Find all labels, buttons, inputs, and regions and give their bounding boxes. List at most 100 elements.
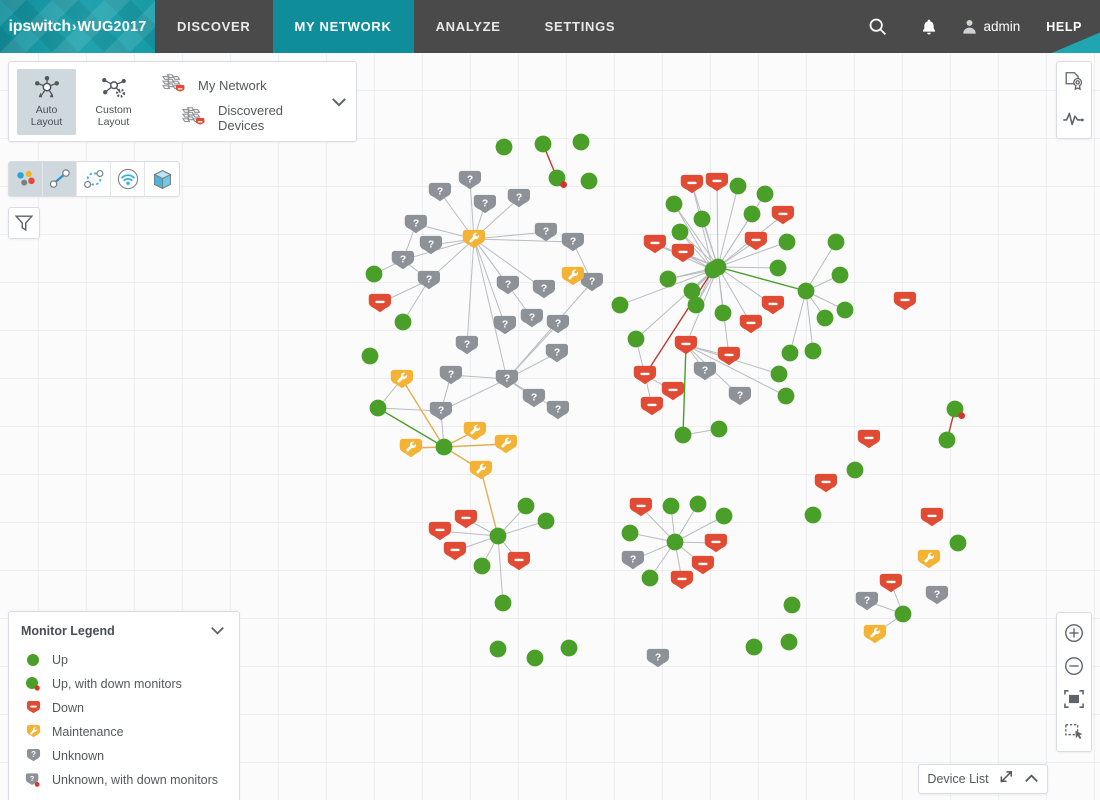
topology-node[interactable]: ? xyxy=(522,388,546,408)
topology-node[interactable] xyxy=(659,270,677,288)
topology-node[interactable] xyxy=(629,497,653,517)
topology-node[interactable]: ? xyxy=(646,648,670,668)
topology-node[interactable] xyxy=(938,431,956,449)
device-view-icon[interactable] xyxy=(9,162,43,196)
topology-node[interactable] xyxy=(814,473,838,493)
topology-node[interactable]: ? xyxy=(580,272,604,292)
user-menu[interactable]: admin xyxy=(955,0,1032,53)
topology-node[interactable] xyxy=(745,638,763,656)
topology-node[interactable] xyxy=(743,205,761,223)
topology-node[interactable] xyxy=(627,330,645,348)
topology-node[interactable] xyxy=(917,549,941,569)
topology-node[interactable] xyxy=(537,512,555,530)
topology-node[interactable] xyxy=(469,460,493,480)
topology-node[interactable] xyxy=(804,506,822,524)
topology-node[interactable] xyxy=(714,304,732,322)
topology-node[interactable] xyxy=(580,172,598,190)
topology-node[interactable] xyxy=(756,185,774,203)
topology-node[interactable] xyxy=(428,521,452,541)
search-icon[interactable] xyxy=(851,0,903,53)
topology-node[interactable] xyxy=(893,291,917,311)
help-link[interactable]: HELP xyxy=(1032,0,1100,53)
topology-node[interactable] xyxy=(662,497,680,515)
topology-node[interactable]: ? xyxy=(417,270,441,290)
topology-node[interactable] xyxy=(611,296,629,314)
zoom-out-icon[interactable] xyxy=(1057,649,1091,682)
topology-node[interactable]: ? xyxy=(419,235,443,255)
topology-node[interactable] xyxy=(369,399,387,417)
topology-node[interactable] xyxy=(643,234,667,254)
topology-node[interactable] xyxy=(674,426,692,444)
topology-node[interactable] xyxy=(831,266,849,284)
topology-node[interactable] xyxy=(946,400,965,419)
topology-node[interactable] xyxy=(365,265,383,283)
wireless-icon[interactable] xyxy=(111,162,145,196)
dashed-link-icon[interactable] xyxy=(77,162,111,196)
custom-layout-button[interactable]: Custom Layout xyxy=(84,69,143,135)
topology-node[interactable] xyxy=(894,605,912,623)
topology-node[interactable] xyxy=(687,296,705,314)
topology-node[interactable]: ? xyxy=(473,194,497,214)
topology-node[interactable] xyxy=(641,569,659,587)
cube-3d-icon[interactable] xyxy=(145,162,179,196)
topology-node[interactable] xyxy=(463,421,487,441)
topology-node[interactable] xyxy=(454,509,478,529)
chevron-up-icon[interactable] xyxy=(1024,770,1039,788)
topology-node[interactable] xyxy=(797,282,815,300)
topology-node[interactable] xyxy=(770,365,788,383)
selection-tool-icon[interactable] xyxy=(1057,715,1091,748)
topology-node[interactable] xyxy=(661,381,685,401)
topology-node[interactable] xyxy=(494,434,518,454)
legend-header[interactable]: Monitor Legend xyxy=(9,622,239,648)
topology-node[interactable] xyxy=(693,210,711,228)
topology-node[interactable] xyxy=(517,497,535,515)
topology-node[interactable]: ? xyxy=(493,315,517,335)
topology-node[interactable]: ? xyxy=(428,182,452,202)
nav-tab-my-network[interactable]: MY NETWORK xyxy=(272,0,414,53)
topology-node[interactable]: ? xyxy=(925,585,949,605)
chevron-down-icon[interactable] xyxy=(210,622,225,640)
topology-node[interactable]: ? xyxy=(455,335,479,355)
topology-node[interactable]: ? xyxy=(855,591,879,611)
topology-node[interactable] xyxy=(949,534,967,552)
topology-node[interactable] xyxy=(783,596,801,614)
topology-node[interactable] xyxy=(879,573,903,593)
zoom-in-icon[interactable] xyxy=(1057,616,1091,649)
topology-node[interactable] xyxy=(827,233,845,251)
topology-node[interactable] xyxy=(846,461,864,479)
topology-node[interactable]: ? xyxy=(545,343,569,363)
topology-node[interactable] xyxy=(534,135,552,153)
tree-item-my-network[interactable]: My Network xyxy=(159,69,322,102)
topology-node[interactable] xyxy=(399,438,423,458)
topology-node[interactable]: ? xyxy=(404,214,428,234)
topology-node[interactable]: ? xyxy=(561,232,585,252)
topology-node[interactable] xyxy=(836,301,854,319)
topology-node[interactable]: ? xyxy=(495,369,519,389)
topology-node[interactable] xyxy=(689,495,707,513)
topology-node[interactable] xyxy=(705,172,729,192)
topology-node[interactable]: ? xyxy=(534,222,558,242)
topology-node[interactable]: ? xyxy=(439,365,463,385)
topology-node[interactable] xyxy=(494,594,512,612)
topology-node[interactable] xyxy=(744,231,768,251)
topology-node[interactable] xyxy=(781,344,799,362)
topology-node[interactable] xyxy=(621,524,639,542)
filter-icon[interactable] xyxy=(8,207,40,239)
device-list-bar[interactable]: Device List xyxy=(918,764,1048,794)
link-view-icon[interactable] xyxy=(43,162,77,196)
auto-layout-button[interactable]: Auto Layout xyxy=(17,68,76,135)
topology-node[interactable]: ? xyxy=(458,170,482,190)
topology-node[interactable] xyxy=(489,640,507,658)
expand-diagonal-icon[interactable] xyxy=(999,769,1014,789)
topology-node[interactable]: ? xyxy=(496,275,520,295)
nav-tab-analyze[interactable]: ANALYZE xyxy=(414,0,523,53)
topology-node[interactable]: ? xyxy=(532,279,556,299)
topology-node[interactable] xyxy=(548,169,567,188)
topology-node[interactable]: ? xyxy=(728,386,752,406)
fit-to-screen-icon[interactable] xyxy=(1057,682,1091,715)
topology-node[interactable] xyxy=(394,313,412,331)
topology-node[interactable] xyxy=(435,438,453,456)
topology-node[interactable] xyxy=(674,335,698,355)
topology-node[interactable] xyxy=(665,195,683,213)
topology-node[interactable]: ? xyxy=(520,308,544,328)
